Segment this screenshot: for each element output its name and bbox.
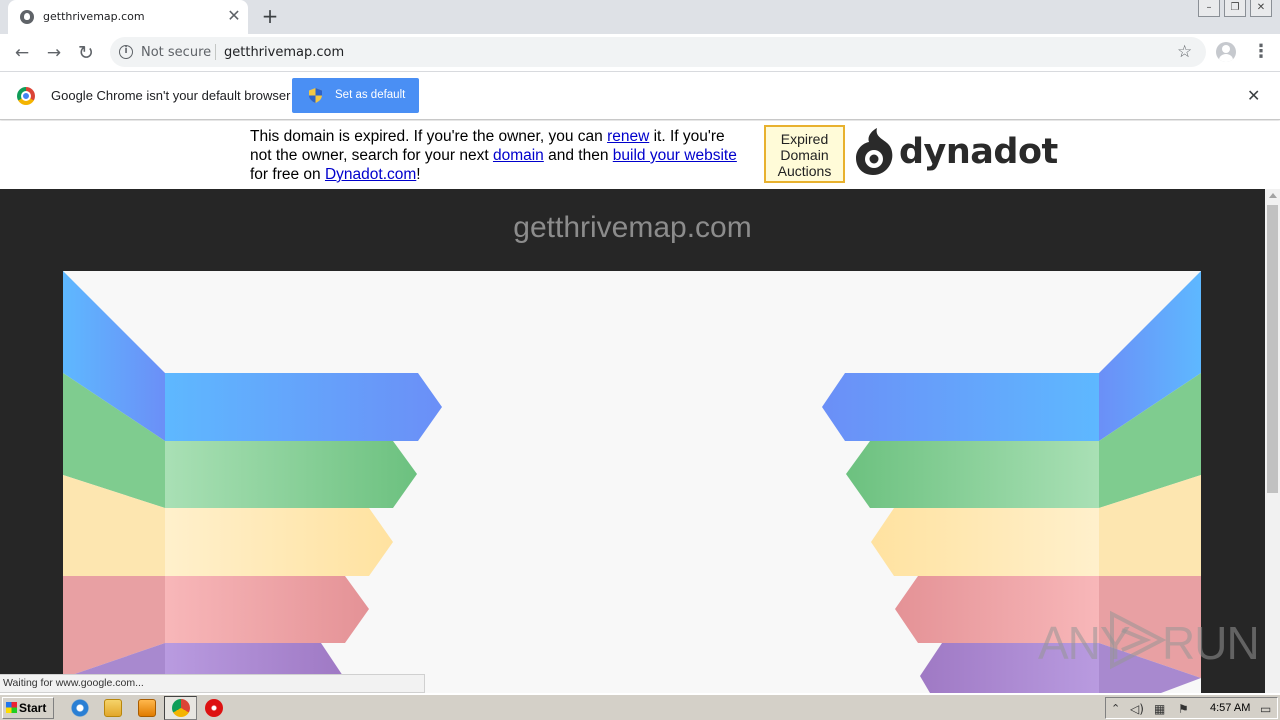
profile-avatar-icon[interactable]: [1216, 42, 1236, 62]
auctions-line: Expired: [780, 131, 829, 147]
tab-close-icon[interactable]: ✕: [226, 8, 242, 24]
forward-button[interactable]: →: [43, 42, 65, 64]
page-scrollbar[interactable]: [1265, 189, 1280, 693]
expired-domain-auctions-button[interactable]: Expired Domain Auctions: [764, 125, 845, 183]
start-button[interactable]: Start: [2, 697, 54, 719]
domain-link[interactable]: domain: [493, 147, 544, 164]
volume-icon[interactable]: ◁): [1130, 702, 1144, 716]
expired-banner: This domain is expired. If you're the ow…: [0, 121, 1280, 189]
omnibox-divider: [215, 44, 216, 60]
restore-button[interactable]: ❐: [1224, 0, 1246, 17]
windows-taskbar: Start ⌃ ◁) ▦ ⚑ 4:57 AM ▭: [0, 694, 1280, 720]
notice-text: !: [416, 166, 421, 183]
dynadot-link[interactable]: Dynadot.com: [325, 166, 416, 183]
url-text[interactable]: getthrivemap.com: [224, 45, 344, 60]
show-desktop-icon[interactable]: ▭: [1260, 702, 1271, 716]
set-as-default-label: Set as default: [335, 89, 406, 101]
auctions-line: Domain: [780, 147, 829, 163]
anyrun-watermark: ANY RUN: [1038, 610, 1260, 670]
chrome-taskbar-button[interactable]: [164, 696, 197, 720]
ribbon-arrow-yellow-left: [165, 508, 393, 576]
bookmark-star-icon[interactable]: ☆: [1177, 42, 1192, 62]
ribbon-arrow-yellow-right: [871, 508, 1099, 576]
internet-explorer-icon[interactable]: [71, 699, 89, 717]
domain-heading: getthrivemap.com: [513, 211, 752, 244]
hero-illustration: [63, 271, 1201, 693]
show-hidden-icons-icon[interactable]: ⌃: [1111, 702, 1120, 716]
action-center-flag-icon[interactable]: ⚑: [1178, 702, 1189, 716]
security-label[interactable]: Not secure: [141, 45, 211, 60]
renew-link[interactable]: renew: [607, 128, 649, 145]
ribbon-arrow-green-right: [846, 441, 1099, 508]
windows-flag-icon: [6, 702, 17, 713]
menu-icon[interactable]: ⋮: [1252, 42, 1270, 64]
ribbon-arrow-green-left: [165, 441, 417, 508]
info-icon[interactable]: i: [119, 45, 133, 59]
antivirus-icon[interactable]: [205, 699, 223, 717]
tab-strip: getthrivemap.com ✕ + – ❐ ✕: [0, 0, 1280, 34]
ribbon-arrow-blue-right: [822, 373, 1099, 441]
status-bubble: Waiting for www.google.com...: [0, 674, 425, 693]
tab-title: getthrivemap.com: [43, 10, 145, 23]
ribbon-illustration: [63, 271, 1201, 693]
scrollbar-thumb[interactable]: [1267, 205, 1278, 493]
ribbon-arrow-red-left: [165, 576, 369, 643]
window-controls: – ❐ ✕: [1198, 0, 1272, 18]
dynadot-logo-icon[interactable]: [855, 128, 893, 176]
clock[interactable]: 4:57 AM: [1210, 702, 1250, 714]
notice-text: and then: [543, 147, 613, 164]
close-window-button[interactable]: ✕: [1250, 0, 1272, 17]
notice-text: This domain is expired. If you're the ow…: [250, 128, 608, 145]
reload-button[interactable]: ↻: [75, 42, 97, 64]
expired-notice: This domain is expired. If you're the ow…: [250, 127, 750, 184]
file-explorer-icon[interactable]: [104, 699, 122, 717]
notice-text: for free on: [250, 166, 325, 183]
infobar-close-icon[interactable]: ✕: [1247, 86, 1260, 105]
browser-toolbar: ← → ↻ i Not secure getthrivemap.com ☆ ⋮: [0, 34, 1280, 72]
address-bar[interactable]: i Not secure getthrivemap.com ☆: [110, 37, 1206, 67]
ribbon-arrow-blue-left: [165, 373, 442, 441]
globe-icon: [20, 10, 34, 24]
back-button[interactable]: ←: [11, 42, 33, 64]
auctions-line: Auctions: [777, 163, 832, 179]
watermark-right-text: RUN: [1162, 617, 1260, 669]
build-website-link[interactable]: build your website: [613, 147, 737, 164]
infobar-message: Google Chrome isn't your default browser: [51, 88, 291, 103]
start-label: Start: [19, 701, 47, 715]
tab-getthrivemap[interactable]: getthrivemap.com ✕: [8, 0, 248, 34]
page-viewport: This domain is expired. If you're the ow…: [0, 121, 1280, 693]
scroll-up-arrow-icon[interactable]: [1269, 193, 1277, 198]
chrome-logo-icon: [17, 87, 35, 105]
screen: { "browser": { "tab": {"title": "getthri…: [0, 0, 1280, 720]
chrome-icon: [172, 699, 190, 717]
default-browser-infobar: Google Chrome isn't your default browser…: [0, 72, 1280, 120]
network-icon[interactable]: ▦: [1154, 702, 1165, 716]
set-as-default-button[interactable]: Set as default: [292, 78, 419, 113]
dynadot-wordmark[interactable]: dynadot: [899, 132, 1058, 172]
system-tray: ⌃ ◁) ▦ ⚑ 4:57 AM ▭: [1105, 697, 1278, 719]
new-tab-button[interactable]: +: [259, 5, 281, 27]
media-player-icon[interactable]: [138, 699, 156, 717]
minimize-button[interactable]: –: [1198, 0, 1220, 17]
play-logo-icon: [1110, 610, 1167, 670]
uac-shield-icon: [309, 88, 322, 103]
